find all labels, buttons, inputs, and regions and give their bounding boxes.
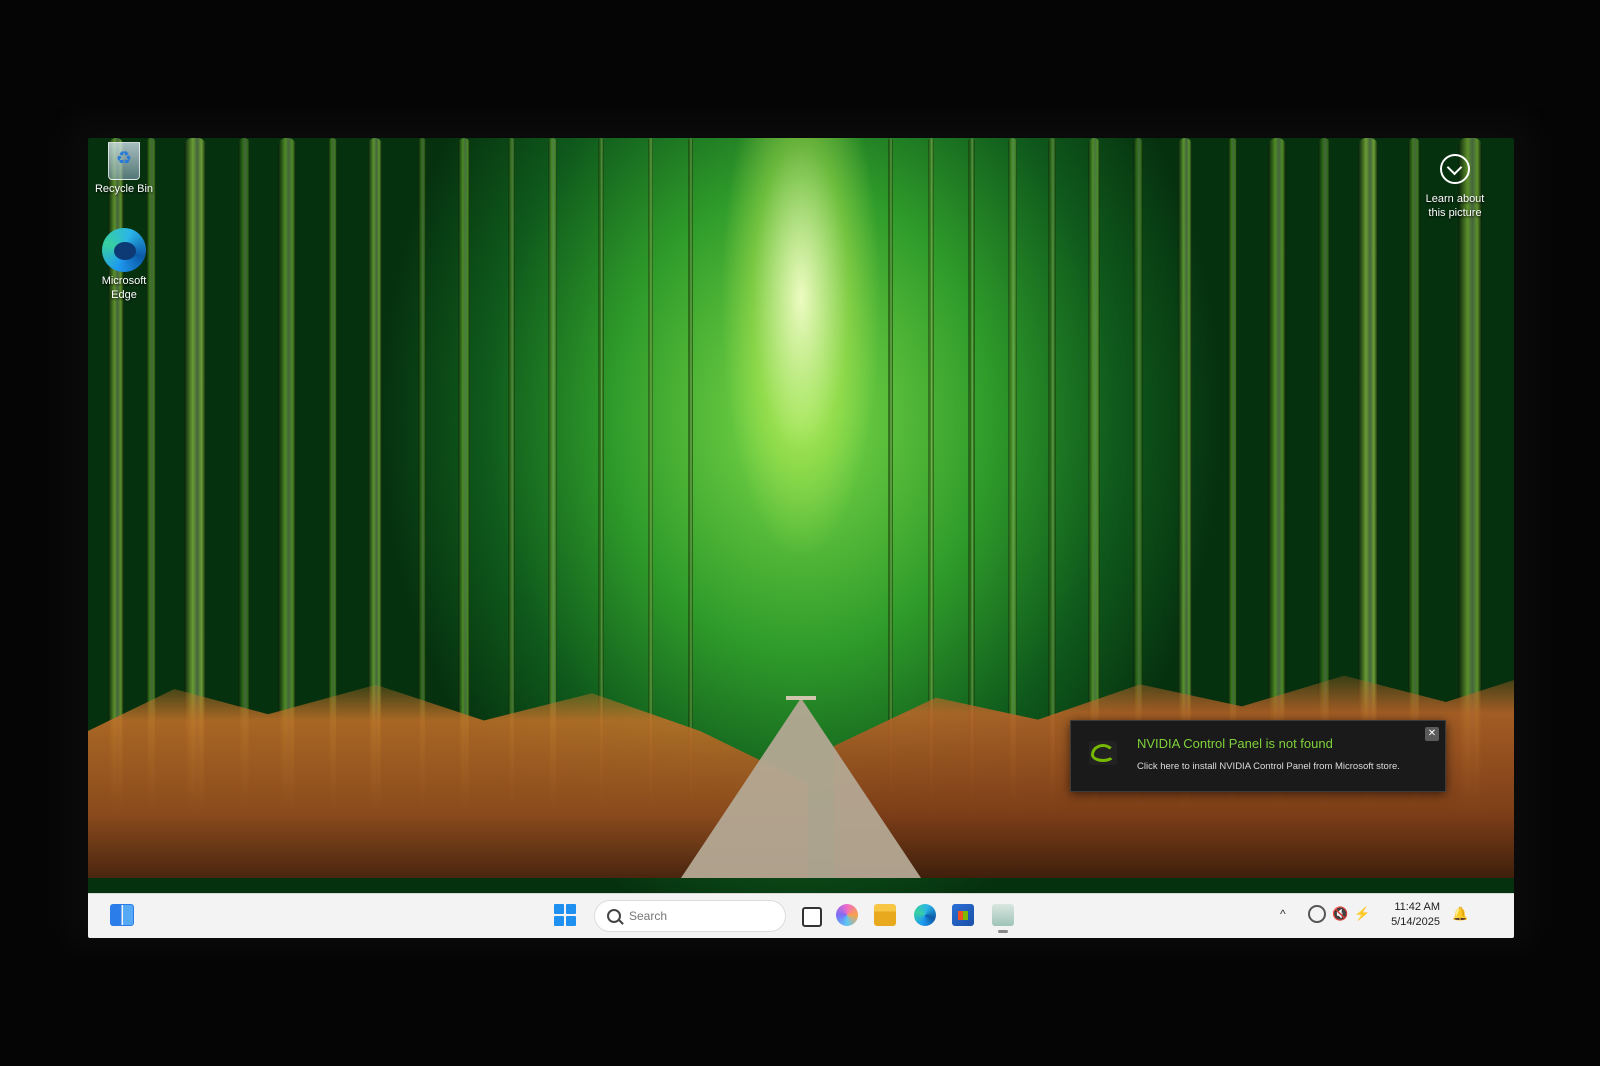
edge-icon [102, 228, 146, 272]
close-icon[interactable]: ✕ [1425, 727, 1439, 741]
volume-muted-icon[interactable]: 🔇 [1332, 906, 1348, 922]
desktop-icon-recycle-bin[interactable]: Recycle Bin [88, 142, 160, 196]
microsoft-store-icon[interactable] [952, 904, 974, 926]
learn-about-line1: Learn about [1425, 193, 1485, 205]
task-view-icon[interactable] [802, 907, 822, 927]
desktop-icon-label: Microsoft Edge [101, 275, 147, 301]
learn-about-picture[interactable]: Learn about this picture [1410, 154, 1500, 220]
taskbar-search[interactable]: Search [594, 900, 786, 932]
desktop-screen: Recycle Bin Microsoft Edge Learn about t… [88, 138, 1514, 938]
widgets-icon[interactable] [110, 904, 134, 926]
file-explorer-icon[interactable] [874, 904, 896, 926]
clock-date: 5/14/2025 [1391, 916, 1440, 928]
wallpaper-path-end [786, 696, 816, 700]
desktop-icon-label: Recycle Bin [94, 183, 154, 195]
edge-taskbar-icon[interactable] [914, 904, 936, 926]
desktop-icon-microsoft-edge[interactable]: Microsoft Edge [88, 228, 160, 302]
start-button[interactable] [554, 904, 576, 926]
nvidia-app-icon[interactable] [992, 904, 1014, 926]
network-icon[interactable] [1308, 905, 1326, 923]
taskbar-clock[interactable]: 11:42 AM 5/14/2025 [1380, 900, 1440, 930]
battery-icon[interactable]: ⚡ [1354, 906, 1370, 922]
tray-overflow-chevron-icon[interactable]: ^ [1280, 907, 1286, 921]
info-compass-icon [1440, 154, 1470, 184]
notification-bell-icon[interactable]: 🔔 [1452, 906, 1468, 922]
clock-time: 11:42 AM [1394, 901, 1440, 913]
wallpaper-path [681, 698, 921, 878]
notification-body: Click here to install NVIDIA Control Pan… [1137, 761, 1400, 772]
notification-title: NVIDIA Control Panel is not found [1137, 736, 1333, 751]
recycle-bin-icon [108, 142, 140, 180]
search-placeholder: Search [629, 909, 668, 923]
search-icon [607, 909, 621, 923]
nvidia-logo-icon [1089, 741, 1117, 765]
learn-about-line2: this picture [1428, 207, 1482, 219]
nvidia-notification-toast[interactable]: NVIDIA Control Panel is not found Click … [1070, 720, 1446, 792]
running-indicator [998, 930, 1008, 933]
copilot-icon[interactable] [836, 904, 858, 926]
taskbar: Search ^ 🔇 ⚡ 11:42 AM 5/14/2025 🔔 [88, 893, 1514, 938]
